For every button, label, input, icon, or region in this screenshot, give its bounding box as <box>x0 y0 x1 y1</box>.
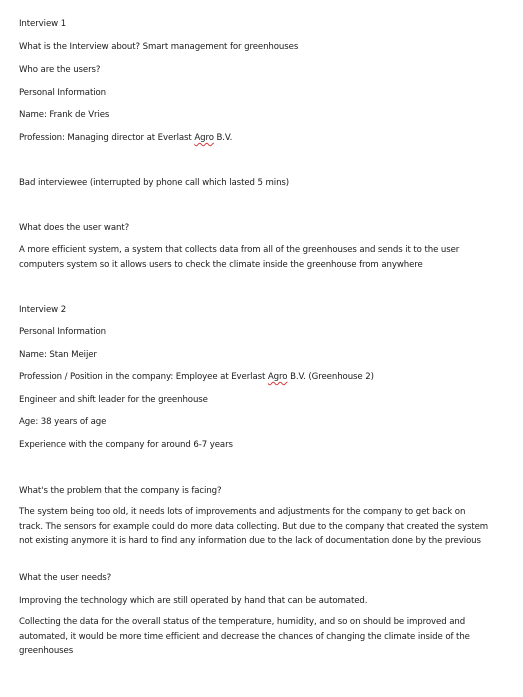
problem-answer: The system being too old, it needs lots … <box>19 507 489 547</box>
user-needs-answer-1: Improving the technology which are still… <box>19 596 368 606</box>
interviewee-age: Age: 38 years of age <box>19 417 107 427</box>
user-needs-question: What the user needs? <box>19 573 112 583</box>
profession-text-2-end: B.V. (Greenhouse 2) <box>287 372 374 382</box>
profession-text: Profession: Managing director at Everlas… <box>19 133 195 143</box>
interviewee-role: Engineer and shift leader for the greenh… <box>19 395 208 405</box>
personal-info-heading-2: Personal Information <box>19 327 107 337</box>
interviewee-profession-2: Profession / Position in the company: Em… <box>19 373 499 382</box>
problem-question: What's the problem that the company is f… <box>19 486 222 496</box>
user-wants-question: What does the user want? <box>19 223 130 233</box>
profession-text-end: B.V. <box>213 133 233 143</box>
users-question: Who are the users? <box>19 65 101 75</box>
personal-info-heading: Personal Information <box>19 88 107 98</box>
interviewee-experience: Experience with the company for around 6… <box>19 440 233 450</box>
spellcheck-word: Agro <box>194 133 214 143</box>
user-wants-answer: A more efficient system, a system that c… <box>19 245 460 270</box>
interviewee-name-2: Name: Stan Meijer <box>19 350 97 360</box>
interviewee-profession: Profession: Managing director at Everlas… <box>19 134 499 143</box>
user-needs-answer-2: Collecting the data for the overall stat… <box>19 617 470 657</box>
interviewee-name: Name: Frank de Vries <box>19 110 110 120</box>
interview-note: Bad interviewee (interrupted by phone ca… <box>19 178 290 188</box>
profession-text-2: Profession / Position in the company: Em… <box>19 372 268 382</box>
interview-1-heading: Interview 1 <box>19 19 67 29</box>
interview-1-topic: What is the Interview about? Smart manag… <box>19 42 299 52</box>
spellcheck-word-2: Agro <box>267 372 288 382</box>
interview-2-heading: Interview 2 <box>19 305 67 315</box>
